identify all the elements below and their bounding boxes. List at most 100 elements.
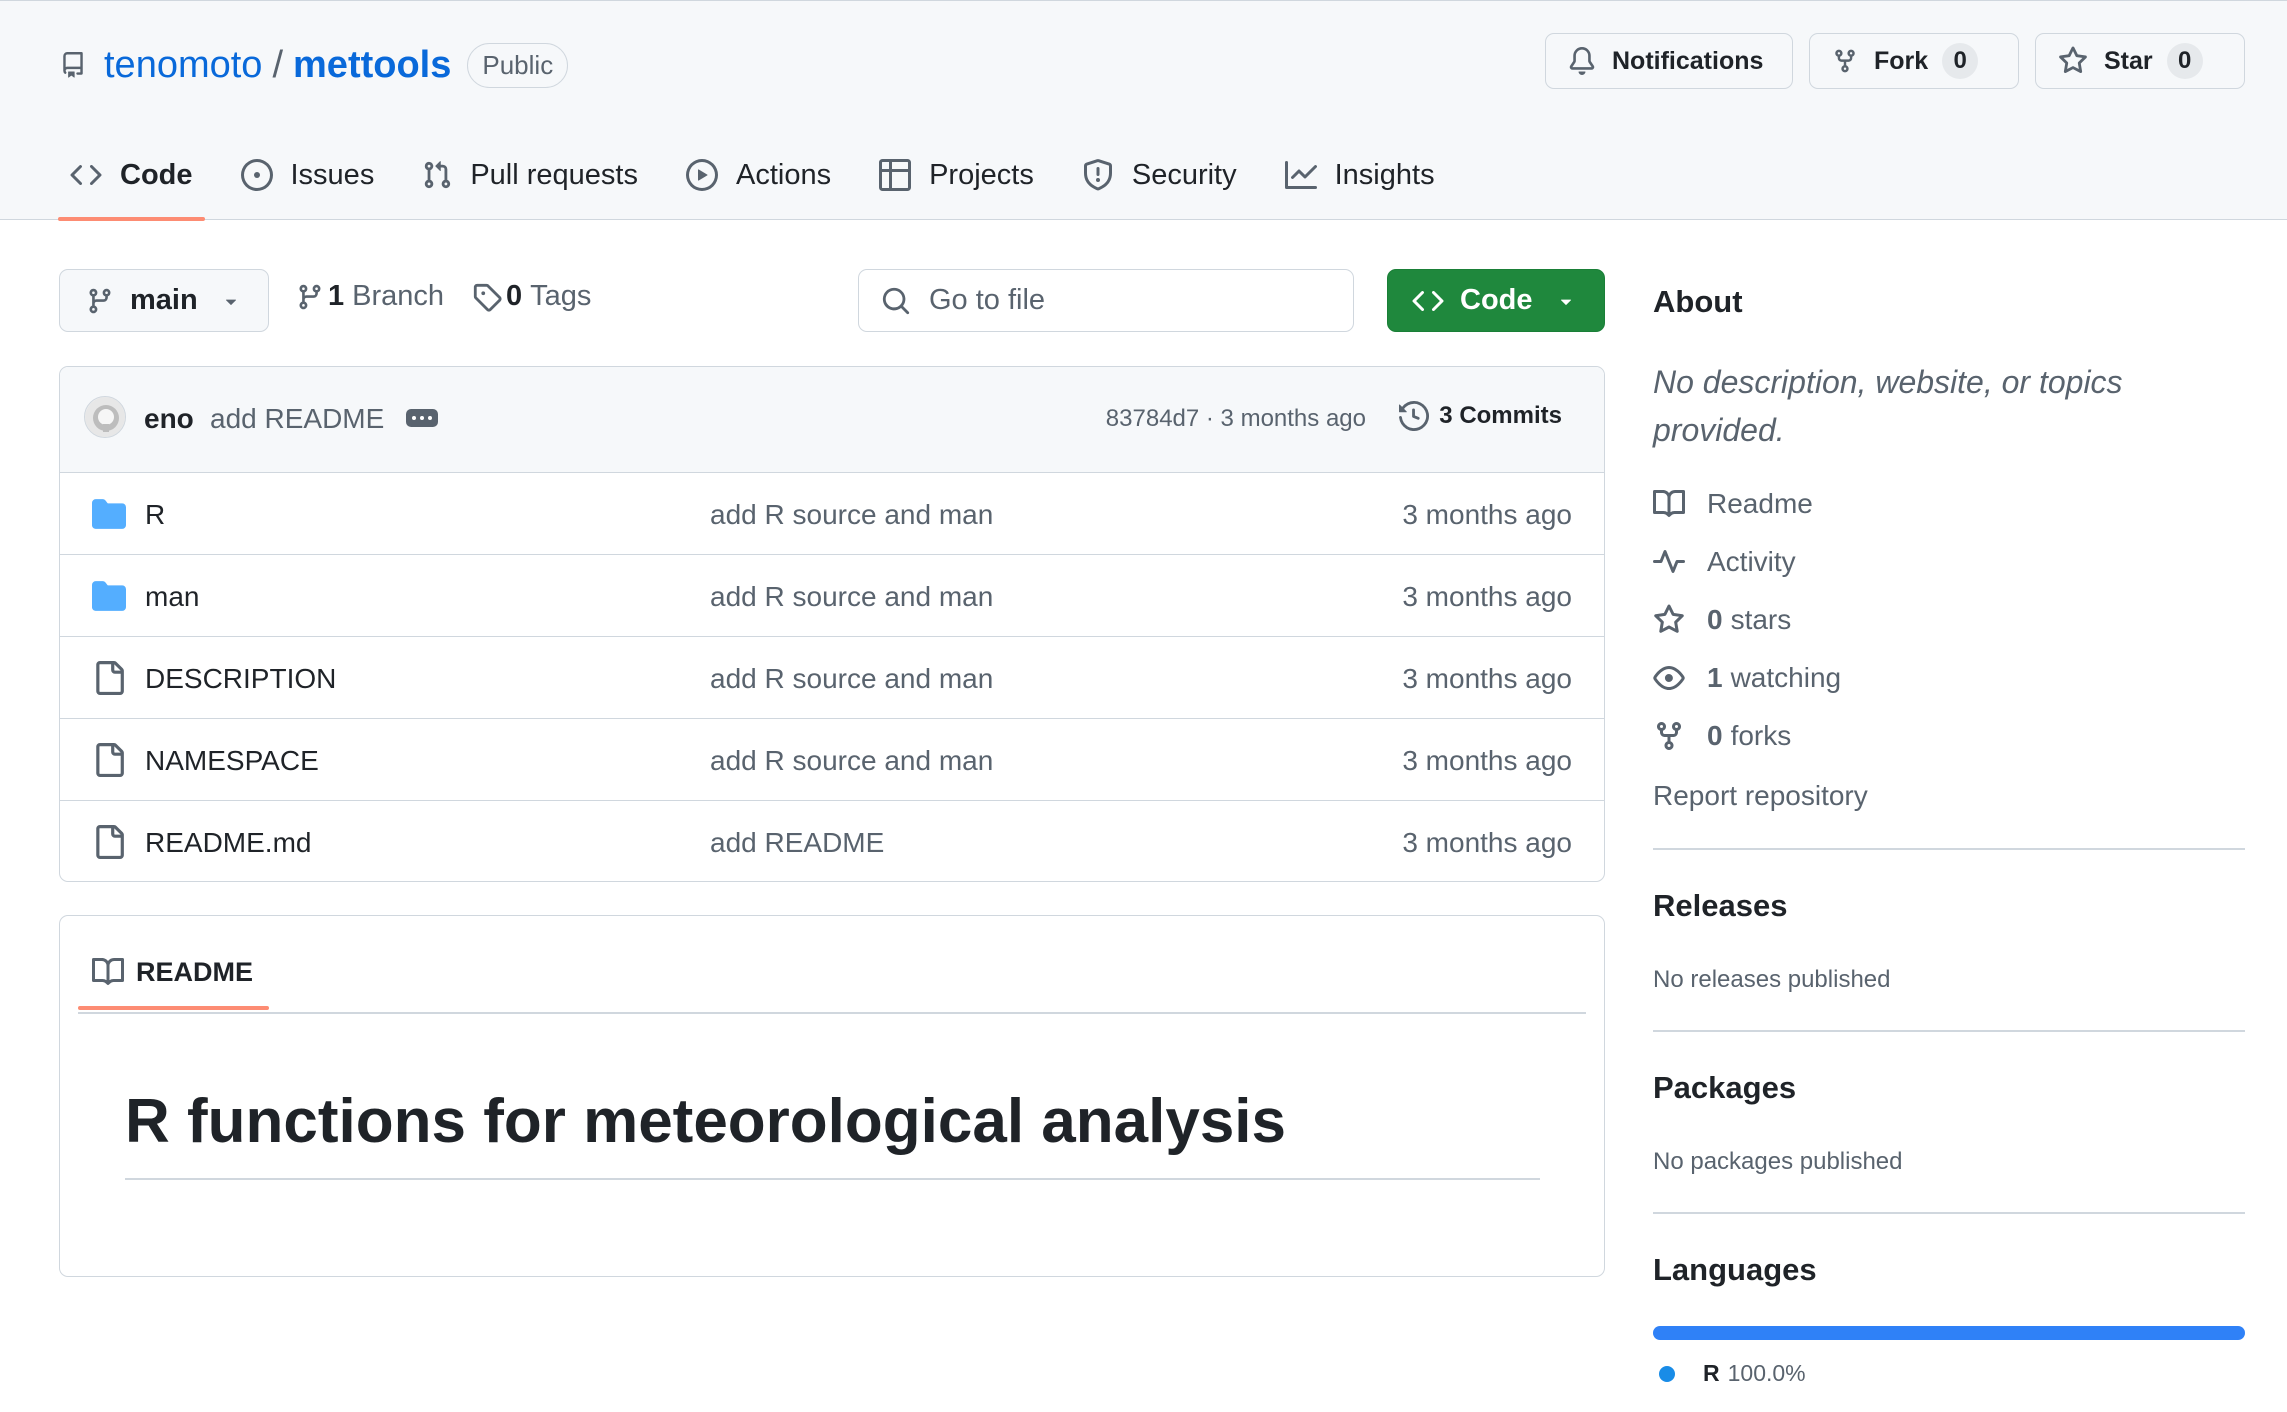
file-commit-message[interactable]: add R source and man <box>710 663 993 695</box>
readme-heading: R functions for meteorological analysis <box>125 1087 1287 1156</box>
forks-count: 0 <box>1707 720 1723 751</box>
git-branch-icon <box>299 284 321 309</box>
divider <box>78 1012 1586 1014</box>
tab-projects-label: Projects <box>929 158 1034 191</box>
forks-link[interactable]: 0 forks <box>1653 720 1791 752</box>
play-icon <box>685 159 718 191</box>
releases-empty-text: No releases published <box>1653 966 1891 993</box>
branch-selector[interactable]: main <box>59 269 269 332</box>
language-bar <box>1653 1326 2245 1340</box>
tags-link[interactable]: 0 Tags <box>472 280 591 313</box>
activity-link[interactable]: Activity <box>1653 546 1796 578</box>
repo-forked-icon <box>1835 49 1855 73</box>
language-color-dot <box>1659 1365 1675 1382</box>
go-to-file-input[interactable]: Go to file <box>858 269 1354 332</box>
code-dropdown-button[interactable]: Code <box>1387 269 1605 332</box>
tab-insights-label: Insights <box>1334 158 1435 191</box>
file-commit-message[interactable]: add R source and man <box>710 745 993 777</box>
table-row[interactable]: R add R source and man 3 months ago <box>60 473 1604 555</box>
commits-link[interactable]: 3 Commits <box>1399 401 1562 431</box>
fork-label: Fork <box>1874 46 1929 75</box>
tab-actions[interactable]: Actions <box>674 135 843 215</box>
commits-count: 3 <box>1439 402 1453 429</box>
table-row[interactable]: DESCRIPTION add R source and man 3 month… <box>60 637 1604 719</box>
tab-pull-requests[interactable]: Pull requests <box>410 135 650 215</box>
divider <box>1653 1030 2245 1032</box>
tab-issues[interactable]: Issues <box>229 135 387 215</box>
readme-link[interactable]: Readme <box>1653 488 1813 520</box>
tab-security-label: Security <box>1131 158 1237 191</box>
file-name-link[interactable]: DESCRIPTION <box>145 663 336 695</box>
star-icon <box>1654 604 1684 633</box>
readme-link-label: Readme <box>1707 488 1813 519</box>
star-count: 0 <box>2166 43 2203 79</box>
table-row[interactable]: README.md add README 3 months ago <box>60 801 1604 881</box>
tab-security[interactable]: Security <box>1070 135 1249 215</box>
file-icon <box>92 661 126 702</box>
commit-author[interactable]: eno <box>144 403 194 435</box>
code-icon <box>1412 290 1444 311</box>
branches-link[interactable]: 1 Branch <box>296 280 444 313</box>
tab-insights[interactable]: Insights <box>1273 135 1447 215</box>
tab-issues-label: Issues <box>290 158 375 191</box>
repo-name-link[interactable]: mettools <box>293 44 451 87</box>
latest-commit-bar: eno add README 83784d7 · 3 months ago 3 … <box>60 367 1604 473</box>
fork-count: 0 <box>1942 43 1979 79</box>
issue-opened-icon <box>240 159 273 191</box>
packages-title[interactable]: Packages <box>1653 1070 1796 1106</box>
readme-panel: README R functions for meteorological an… <box>59 915 1605 1277</box>
file-name-link[interactable]: README.md <box>145 827 311 859</box>
releases-title[interactable]: Releases <box>1653 888 1787 924</box>
commit-message[interactable]: add README <box>210 403 384 435</box>
watching-link[interactable]: 1 watching <box>1653 662 1841 694</box>
tags-label: Tags <box>530 280 592 312</box>
notifications-label: Notifications <box>1612 46 1764 75</box>
triangle-down-icon <box>1560 299 1571 305</box>
file-name-link[interactable]: NAMESPACE <box>145 745 319 777</box>
file-commit-time: 3 months ago <box>1402 745 1572 776</box>
file-commit-time: 3 months ago <box>1402 499 1572 530</box>
repo-header: tenomoto / mettools Public Notifications… <box>0 0 2287 221</box>
tags-count: 0 <box>506 280 523 312</box>
file-name-link[interactable]: man <box>145 581 199 613</box>
branch-name: main <box>130 284 198 316</box>
file-icon <box>92 743 126 784</box>
search-icon <box>882 287 910 314</box>
packages-empty-text: No packages published <box>1653 1148 1903 1175</box>
star-button[interactable]: Star 0 <box>2035 33 2245 89</box>
tab-code[interactable]: Code <box>58 135 205 221</box>
report-repository-link[interactable]: Report repository <box>1653 780 1868 812</box>
stars-link[interactable]: 0 stars <box>1653 604 1791 636</box>
repo-owner-link[interactable]: tenomoto <box>104 44 262 87</box>
graph-icon <box>1284 161 1317 189</box>
forks-label: forks <box>1730 720 1792 751</box>
avatar[interactable] <box>84 396 126 438</box>
file-commit-message[interactable]: add R source and man <box>710 499 993 531</box>
language-item[interactable]: R 100.0% <box>1659 1360 1806 1387</box>
history-icon <box>1399 401 1430 431</box>
git-pull-request-icon <box>425 161 451 189</box>
star-label: Star <box>2104 46 2153 75</box>
file-icon <box>92 825 126 866</box>
file-name-link[interactable]: R <box>145 499 165 531</box>
tab-projects[interactable]: Projects <box>867 135 1046 215</box>
tab-code-label: Code <box>120 158 193 191</box>
header-actions: Notifications Fork 0 Star 0 <box>1545 33 2245 89</box>
file-commit-time: 3 months ago <box>1402 827 1572 858</box>
branches-label: Branch <box>352 280 445 312</box>
commit-details-toggle[interactable] <box>406 409 438 427</box>
commit-hash-time[interactable]: 83784d7 · 3 months ago <box>1106 405 1366 433</box>
folder-icon <box>92 497 126 538</box>
readme-tab[interactable]: README <box>78 936 270 1010</box>
file-commit-message[interactable]: add R source and man <box>710 581 993 613</box>
go-to-file-placeholder: Go to file <box>929 284 1046 316</box>
file-table: eno add README 83784d7 · 3 months ago 3 … <box>59 366 1605 882</box>
fork-button[interactable]: Fork 0 <box>1809 33 2019 89</box>
table-row[interactable]: man add R source and man 3 months ago <box>60 555 1604 637</box>
notifications-button[interactable]: Notifications <box>1545 33 1793 89</box>
table-row[interactable]: NAMESPACE add R source and man 3 months … <box>60 719 1604 801</box>
file-commit-message[interactable]: add README <box>710 827 884 859</box>
language-name: R <box>1703 1360 1720 1386</box>
language-percent: 100.0% <box>1727 1360 1806 1386</box>
github-avatar-icon <box>85 397 125 437</box>
